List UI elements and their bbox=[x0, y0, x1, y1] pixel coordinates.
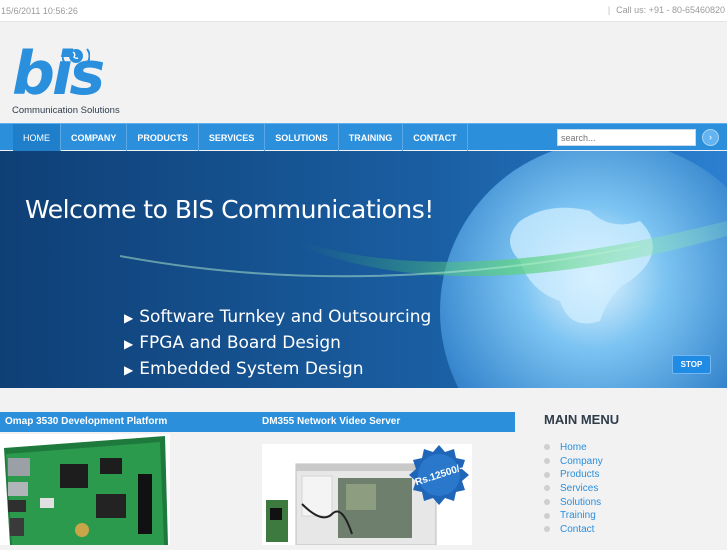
nav-item-products[interactable]: PRODUCTS bbox=[127, 124, 199, 151]
call-us: | Call us: +91 - 80-65460820 bbox=[608, 5, 725, 15]
site-logo[interactable]: bis Communication Solutions bbox=[10, 36, 130, 118]
banner-bullet: ▶ FPGA and Board Design bbox=[124, 332, 431, 358]
banner-bullets: ▶ Software Turnkey and Outsourcing ▶ FPGA … bbox=[124, 306, 431, 384]
product-image-dm355[interactable]: Rs.12500/- bbox=[262, 444, 472, 546]
call-us-text: Call us: +91 - 80-65460820 bbox=[616, 5, 725, 15]
circuit-board-image bbox=[0, 434, 170, 545]
product-image-omap[interactable] bbox=[0, 434, 170, 545]
bullet-icon bbox=[544, 499, 550, 506]
banner-bullet: ▶ Embedded System Design bbox=[124, 358, 431, 384]
nav-item-solutions[interactable]: SOLUTIONS bbox=[265, 124, 339, 151]
bullet-icon bbox=[544, 485, 550, 492]
banner-bullet-text: FPGA and Board Design bbox=[139, 333, 341, 353]
products-header-bar: Omap 3530 Development Platform DM355 Net… bbox=[0, 412, 515, 432]
date-time: 15/6/2011 10:56:26 bbox=[1, 6, 78, 16]
globe-icon bbox=[62, 48, 90, 64]
bullet-icon bbox=[544, 471, 550, 478]
separator: | bbox=[607, 5, 611, 15]
stop-slideshow-button[interactable]: STOP bbox=[672, 355, 711, 374]
search-input[interactable] bbox=[557, 129, 696, 146]
main-menu-title: MAIN MENU bbox=[544, 412, 620, 427]
main-menu-label: Company bbox=[560, 455, 603, 467]
main-menu-item-solutions[interactable]: Solutions bbox=[544, 496, 619, 510]
main-menu-label: Training bbox=[560, 510, 596, 522]
banner-bullet: ▶ Software Turnkey and Outsourcing bbox=[124, 306, 431, 332]
product-title-dm355[interactable]: DM355 Network Video Server bbox=[262, 416, 400, 427]
top-bar: 15/6/2011 10:56:26 | Call us: +91 - 80-65… bbox=[0, 0, 727, 22]
play-arrow-icon: ▶ bbox=[124, 337, 134, 351]
play-arrow-icon: ▶ bbox=[124, 311, 134, 325]
main-menu-label: Solutions bbox=[560, 496, 602, 508]
nav-item-home[interactable]: HOME bbox=[13, 124, 61, 151]
bullet-icon bbox=[544, 512, 550, 519]
nav-item-company[interactable]: COMPANY bbox=[61, 124, 128, 151]
arrow-right-icon: › bbox=[709, 132, 712, 142]
banner-bullet-text: Embedded System Design bbox=[139, 359, 364, 379]
banner-bullet-text: Software Turnkey and Outsourcing bbox=[139, 307, 432, 327]
main-menu-label: Products bbox=[560, 469, 600, 481]
nav-item-contact[interactable]: CONTACT bbox=[403, 124, 468, 151]
main-menu-item-contact[interactable]: Contact bbox=[544, 523, 619, 537]
product-title-omap[interactable]: Omap 3530 Development Platform bbox=[5, 416, 167, 427]
nav-item-services[interactable]: SERVICES bbox=[199, 124, 266, 151]
main-menu-sidebar: MAIN MENU Home Company Products Services… bbox=[544, 412, 619, 537]
search-button[interactable]: › bbox=[702, 129, 719, 146]
main-menu-item-services[interactable]: Services bbox=[544, 482, 619, 496]
bullet-icon bbox=[544, 444, 550, 451]
main-menu-item-products[interactable]: Products bbox=[544, 468, 619, 482]
bullet-icon bbox=[544, 458, 550, 465]
main-menu-item-home[interactable]: Home bbox=[544, 441, 619, 455]
main-menu-item-training[interactable]: Training bbox=[544, 509, 619, 523]
nav-item-training[interactable]: TRAINING bbox=[339, 124, 404, 151]
logo-subtitle: Communication Solutions bbox=[12, 105, 120, 116]
main-menu-label: Contact bbox=[560, 524, 595, 536]
play-arrow-icon: ▶ bbox=[124, 363, 134, 377]
main-menu-label: Services bbox=[560, 483, 599, 495]
banner-headline: Welcome to BIS Communications! bbox=[25, 195, 434, 224]
bullet-icon bbox=[544, 526, 550, 533]
main-menu-label: Home bbox=[560, 442, 587, 453]
price-badge: Rs.12500/- bbox=[409, 445, 469, 505]
main-menu-item-company[interactable]: Company bbox=[544, 455, 619, 469]
